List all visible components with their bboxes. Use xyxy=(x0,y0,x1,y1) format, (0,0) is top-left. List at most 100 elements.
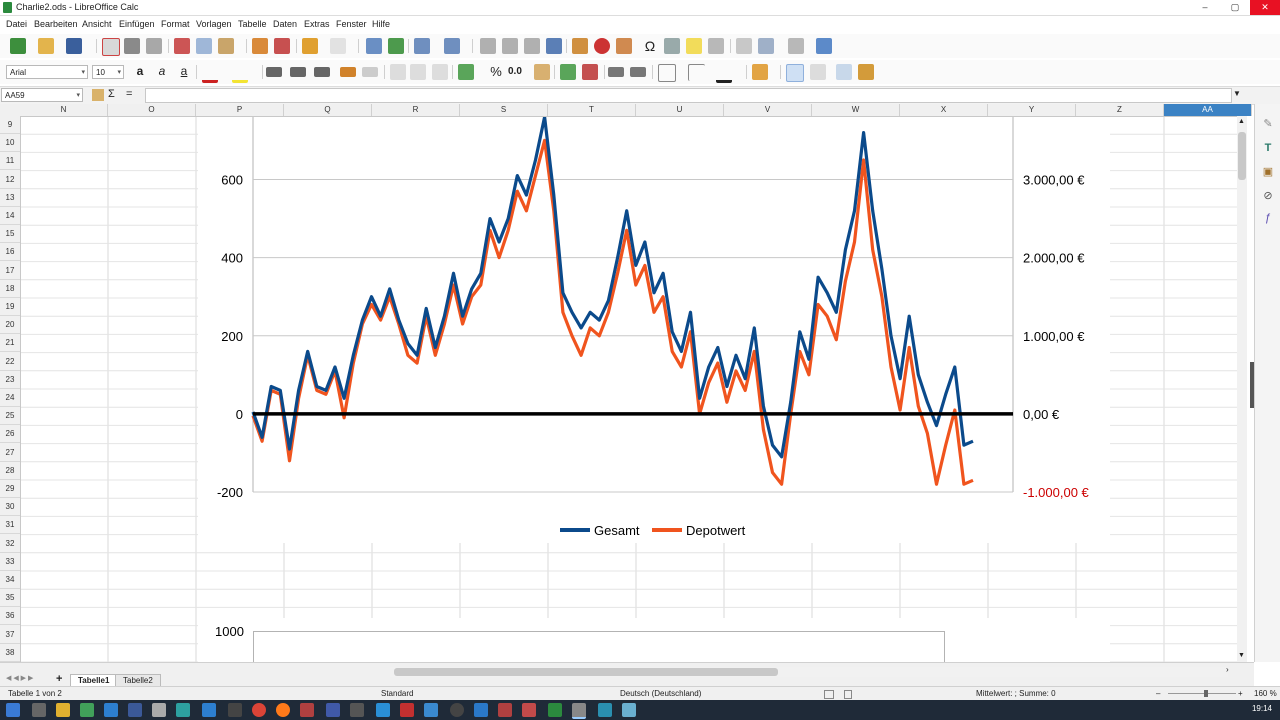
row-header-28[interactable]: 28 xyxy=(0,462,20,480)
merge-cells-icon[interactable] xyxy=(362,67,378,77)
formula-input[interactable] xyxy=(145,88,1232,103)
add-decimal-icon[interactable] xyxy=(560,64,576,80)
border-style-icon[interactable] xyxy=(688,64,705,81)
sort-rows-icon[interactable] xyxy=(836,64,852,80)
increase-indent-icon[interactable] xyxy=(608,67,624,77)
print-preview-icon[interactable] xyxy=(146,38,162,54)
undo-icon[interactable] xyxy=(302,38,318,54)
currency-format-icon[interactable] xyxy=(458,64,474,80)
menu-tabelle[interactable]: Tabelle xyxy=(238,19,267,29)
line-chart-2[interactable]: 1000 xyxy=(198,618,1110,672)
chevron-down-icon[interactable]: ▾ xyxy=(81,66,85,80)
column-header-r[interactable]: R xyxy=(372,104,460,116)
column-header-t[interactable]: T xyxy=(548,104,636,116)
expand-formula-bar-icon[interactable]: ▼ xyxy=(1233,89,1241,98)
app-icon[interactable] xyxy=(572,703,586,719)
row-icon[interactable] xyxy=(414,38,430,54)
font-name-box[interactable]: Arial ▾ xyxy=(6,65,88,79)
row-header-38[interactable]: 38 xyxy=(0,644,20,662)
chrome-icon[interactable] xyxy=(252,703,266,717)
freeze-rows-icon[interactable] xyxy=(758,38,774,54)
filezilla-icon[interactable] xyxy=(400,703,414,717)
copy-icon[interactable] xyxy=(196,38,212,54)
row-header-33[interactable]: 33 xyxy=(0,553,20,571)
column-header-v[interactable]: V xyxy=(724,104,812,116)
app-icon[interactable] xyxy=(350,703,364,717)
app-icon[interactable] xyxy=(300,703,314,717)
language-status[interactable]: Deutsch (Deutschland) xyxy=(620,689,701,698)
align-right-icon[interactable] xyxy=(314,67,330,77)
row-header-32[interactable]: 32 xyxy=(0,535,20,553)
properties-icon[interactable]: ✎ xyxy=(1260,116,1276,132)
align-top-icon[interactable] xyxy=(390,64,406,80)
row-header-12[interactable]: 12 xyxy=(0,171,20,189)
row-header-31[interactable]: 31 xyxy=(0,516,20,535)
center-vertically-icon[interactable] xyxy=(410,64,426,80)
column-header-o[interactable]: O xyxy=(108,104,196,116)
row-header-20[interactable]: 20 xyxy=(0,316,20,335)
row-header-30[interactable]: 30 xyxy=(0,498,20,517)
horizontal-scrollbar[interactable] xyxy=(390,667,1228,677)
app-icon[interactable] xyxy=(424,703,438,717)
add-sheet-icon[interactable]: + xyxy=(56,673,62,685)
row-header-15[interactable]: 15 xyxy=(0,225,20,244)
row-header-25[interactable]: 25 xyxy=(0,407,20,426)
row-header-17[interactable]: 17 xyxy=(0,262,20,280)
conditional-format-icon[interactable] xyxy=(752,64,768,80)
track-changes-icon[interactable] xyxy=(786,64,804,82)
pivot-table-icon[interactable] xyxy=(616,38,632,54)
open-folder-icon[interactable] xyxy=(38,38,54,54)
bold-icon[interactable]: a xyxy=(132,64,148,80)
app-icon[interactable] xyxy=(450,703,464,717)
split-window-icon[interactable] xyxy=(788,38,804,54)
menu-daten[interactable]: Daten xyxy=(273,19,297,29)
app-icon[interactable] xyxy=(376,703,390,717)
zoom-slider[interactable] xyxy=(1168,690,1236,697)
row-header-27[interactable]: 27 xyxy=(0,444,20,462)
borders-icon[interactable] xyxy=(658,64,676,82)
scroll-down-icon[interactable]: ▼ xyxy=(1238,652,1245,659)
new-document-icon[interactable] xyxy=(10,38,26,54)
cut-icon[interactable] xyxy=(174,38,190,54)
app-icon[interactable] xyxy=(622,703,636,717)
start-icon[interactable] xyxy=(6,703,20,717)
insert-image-icon[interactable] xyxy=(572,38,588,54)
file-explorer-icon[interactable] xyxy=(56,703,70,717)
menu-vorlagen[interactable]: Vorlagen xyxy=(196,19,232,29)
column-header-x[interactable]: X xyxy=(900,104,988,116)
vertical-scroll-thumb[interactable] xyxy=(1238,132,1246,180)
print-icon[interactable] xyxy=(124,38,140,54)
percent-format-button[interactable]: % xyxy=(488,64,504,80)
clear-formatting-icon[interactable] xyxy=(274,38,290,54)
menu-einfuegen[interactable]: Einfügen xyxy=(119,19,155,29)
row-header-26[interactable]: 26 xyxy=(0,425,20,444)
row-header-14[interactable]: 14 xyxy=(0,207,20,225)
decrease-indent-icon[interactable] xyxy=(630,67,646,77)
menu-hilfe[interactable]: Hilfe xyxy=(372,19,390,29)
underline-icon[interactable]: a xyxy=(176,64,192,80)
app-icon[interactable] xyxy=(498,703,512,717)
zoom-slider-handle[interactable] xyxy=(1204,690,1208,697)
selection-mode-icon[interactable] xyxy=(824,690,834,699)
sort-columns-icon[interactable] xyxy=(858,64,874,80)
align-bottom-icon[interactable] xyxy=(432,64,448,80)
app-icon[interactable] xyxy=(522,703,536,717)
column-header-y[interactable]: Y xyxy=(988,104,1076,116)
row-header-34[interactable]: 34 xyxy=(0,571,20,589)
autofilter-icon[interactable] xyxy=(546,38,562,54)
line-chart[interactable]: 600 3.000,00 € 400 2.000,00 € 200 1.000,00 € 0… xyxy=(198,115,1110,543)
functions-icon[interactable]: ƒ xyxy=(1260,210,1276,226)
menu-fenster[interactable]: Fenster xyxy=(336,19,367,29)
show-changes-icon[interactable] xyxy=(810,64,826,80)
row-header-24[interactable]: 24 xyxy=(0,389,20,407)
app-icon[interactable] xyxy=(474,703,488,717)
formula-button[interactable]: = xyxy=(126,88,132,100)
column-header-q[interactable]: Q xyxy=(284,104,372,116)
hyperlink-icon[interactable] xyxy=(664,38,680,54)
save-icon[interactable] xyxy=(66,38,82,54)
function-wizard-icon[interactable] xyxy=(92,89,104,101)
wrap-text-icon[interactable] xyxy=(340,67,356,77)
border-color-icon[interactable] xyxy=(716,64,732,83)
menu-format[interactable]: Format xyxy=(161,19,190,29)
align-center-icon[interactable] xyxy=(290,67,306,77)
